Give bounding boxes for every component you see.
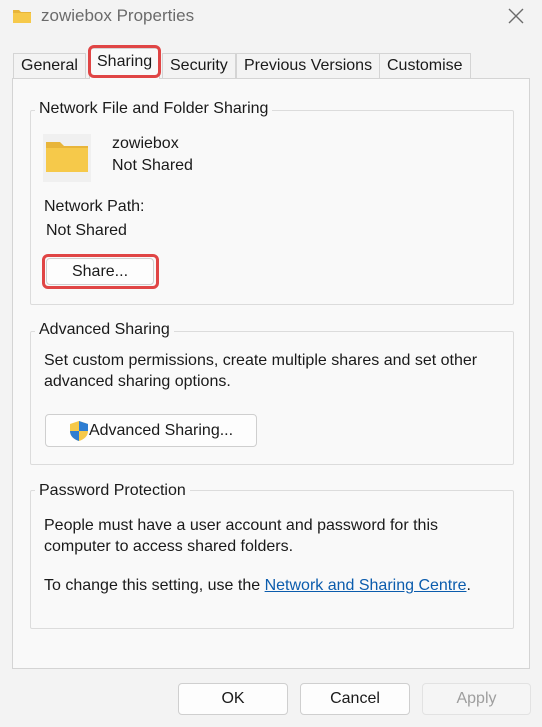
ok-button[interactable]: OK [178,683,288,715]
change-setting-prefix: To change this setting, use the [44,577,265,594]
advanced-sharing-button-label: Advanced Sharing... [88,422,234,439]
advanced-sharing-heading: Advanced Sharing [35,321,174,339]
tab-sharing[interactable]: Sharing [89,48,161,79]
password-protection-group [30,490,514,629]
advanced-sharing-button[interactable]: Advanced Sharing... [45,414,257,447]
advanced-sharing-description-1: Set custom permissions, create multiple … [44,352,478,369]
share-button[interactable]: Share... [46,258,154,285]
shield-icon [70,421,88,441]
network-path-value: Not Shared [46,222,127,239]
change-setting-suffix: . [466,577,471,594]
window-title: zowiebox Properties [41,6,195,25]
password-protection-description-1: People must have a user account and pass… [44,517,438,534]
tab-previous-versions[interactable]: Previous Versions [236,53,381,78]
close-icon[interactable] [504,4,528,28]
change-setting-text: To change this setting, use the Network … [44,577,471,595]
password-protection-description-2: computer to access shared folders. [44,538,294,555]
tab-security[interactable]: Security [162,53,236,78]
tab-customise[interactable]: Customise [379,53,471,78]
apply-button[interactable]: Apply [422,683,531,715]
folder-name: zowiebox [112,135,179,152]
network-sharing-heading: Network File and Folder Sharing [35,100,273,118]
properties-window: zowiebox Properties General Sharing Secu… [0,0,542,727]
folder-icon [13,10,31,23]
password-protection-heading: Password Protection [35,482,190,500]
tab-general[interactable]: General [13,53,86,78]
folder-icon [43,134,91,182]
sharing-panel: Network File and Folder Sharing zowiebox… [12,78,530,669]
advanced-sharing-description-2: advanced sharing options. [44,373,231,390]
folder-share-status: Not Shared [112,157,193,174]
title-bar: zowiebox Properties [0,0,542,34]
network-path-label: Network Path: [44,198,145,215]
cancel-button[interactable]: Cancel [300,683,410,715]
network-sharing-centre-link[interactable]: Network and Sharing Centre [265,577,467,594]
